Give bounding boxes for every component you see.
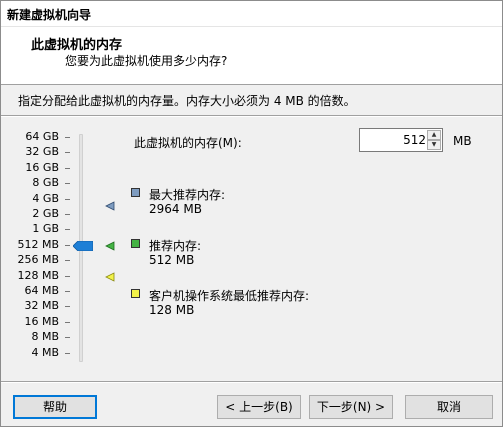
scale-label: 64 GB <box>25 130 59 143</box>
scale-tick <box>65 306 70 308</box>
scale-tick <box>65 152 70 154</box>
scale-label: 256 MB <box>17 253 59 267</box>
max-legend-square <box>131 188 140 197</box>
max-recommended-value: 2964 MB <box>149 202 202 216</box>
scale-tick <box>65 244 70 246</box>
cancel-button[interactable]: 取消 <box>405 395 493 419</box>
recommended-marker <box>105 241 115 251</box>
recommended-value: 512 MB <box>149 253 195 267</box>
scale-tick <box>65 167 70 169</box>
memory-unit: MB <box>453 134 472 148</box>
scale-label: 2 GB <box>32 207 59 220</box>
help-button[interactable]: 帮助 <box>13 395 97 419</box>
scale-label: 128 MB <box>17 268 59 282</box>
scale-tick <box>65 275 70 277</box>
divider-bottom <box>1 381 502 383</box>
min-recommended-value: 128 MB <box>149 303 195 317</box>
memory-label: 此虚拟机的内存(M): <box>134 136 242 150</box>
scale-tick <box>65 137 70 138</box>
scale-label: 8 GB <box>32 176 59 190</box>
scale-label: 32 GB <box>25 145 59 159</box>
min-recommended-marker <box>105 272 115 282</box>
scale-tick <box>65 229 70 231</box>
page-subtitle: 您要为此虚拟机使用多少内存? <box>65 54 228 68</box>
instruction-text: 指定分配给此虚拟机的内存量。内存大小必须为 4 MB 的倍数。 <box>18 94 356 108</box>
memory-slider-thumb[interactable] <box>73 241 93 251</box>
recommended-legend-square <box>131 239 140 248</box>
spin-up-icon[interactable]: ▲ <box>427 130 441 140</box>
scale-tick <box>65 321 70 323</box>
scale-tick <box>65 198 70 200</box>
max-recommended-label: 最大推荐内存: <box>149 188 226 202</box>
scale-label: 64 MB <box>24 284 59 297</box>
scale-tick <box>65 352 70 354</box>
scale-tick <box>65 291 70 292</box>
scale-tick <box>65 214 70 215</box>
scale-label: 512 MB <box>17 237 59 251</box>
scale-label: 1 GB <box>32 222 59 236</box>
scale-label: 16 GB <box>25 160 59 174</box>
next-button[interactable]: 下一步(N) > <box>309 395 393 419</box>
scale-tick <box>65 183 70 185</box>
divider-top <box>1 115 502 117</box>
page-title: 此虚拟机的内存 <box>31 38 123 53</box>
spinbox-arrows: ▲ ▼ <box>427 130 441 150</box>
scale-label: 8 MB <box>31 330 59 344</box>
memory-spinbox[interactable]: ▲ ▼ <box>359 128 443 152</box>
min-recommended-label: 客户机操作系统最低推荐内存: <box>149 289 310 303</box>
window-title: 新建虚拟机向导 <box>7 8 92 22</box>
scale-label: 16 MB <box>24 314 59 328</box>
back-button[interactable]: < 上一步(B) <box>217 395 301 419</box>
scale-tick <box>65 260 70 262</box>
min-legend-square <box>131 289 140 298</box>
wizard-header: 此虚拟机的内存 您要为此虚拟机使用多少内存? <box>1 27 502 85</box>
scale-label: 32 MB <box>24 299 59 313</box>
scale-label: 4 GB <box>32 191 59 205</box>
max-recommended-marker <box>105 201 115 211</box>
memory-input[interactable] <box>362 131 426 149</box>
title-bar[interactable]: 新建虚拟机向导 <box>1 1 502 27</box>
new-vm-wizard-window: 新建虚拟机向导 此虚拟机的内存 您要为此虚拟机使用多少内存? 指定分配给此虚拟机… <box>0 0 503 427</box>
scale-label: 4 MB <box>31 345 59 359</box>
spin-down-icon[interactable]: ▼ <box>427 140 441 150</box>
scale-tick <box>65 337 70 339</box>
recommended-label: 推荐内存: <box>149 239 202 253</box>
